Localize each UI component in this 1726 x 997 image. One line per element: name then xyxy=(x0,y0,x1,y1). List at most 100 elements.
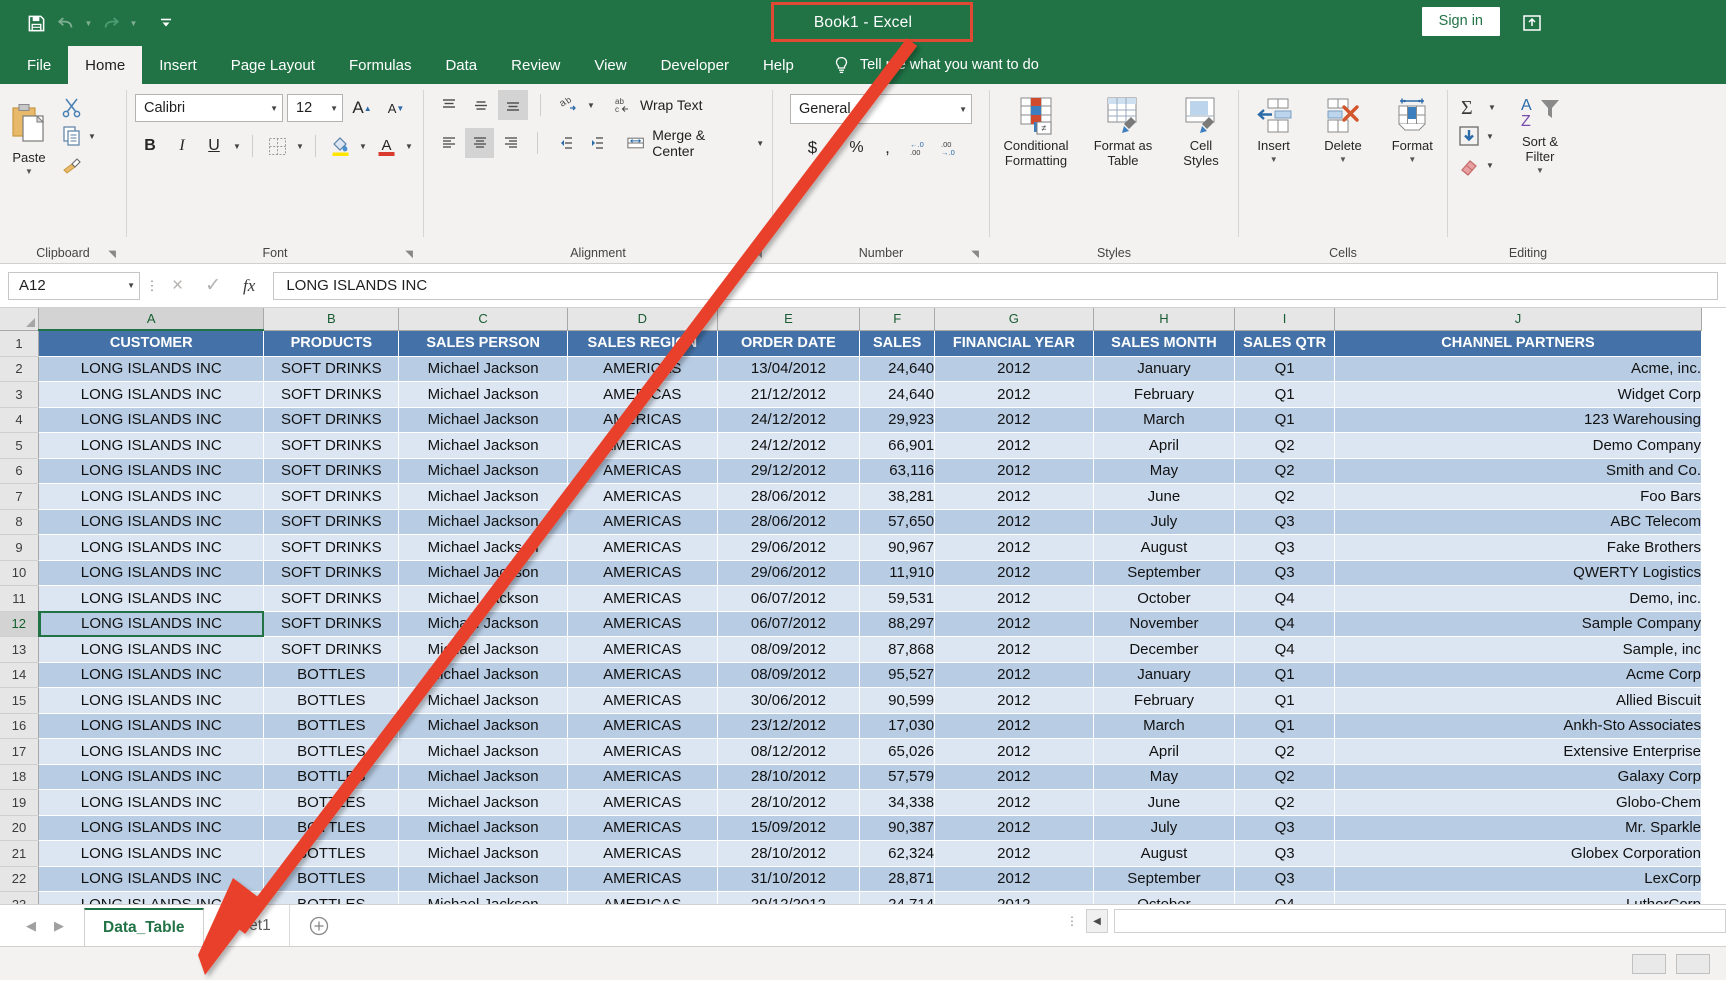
sheet-tab-sheet1[interactable]: Sheet1 xyxy=(204,905,290,946)
accounting-dropdown-icon[interactable]: ▼ xyxy=(829,144,841,153)
grid-cell[interactable]: Michael Jackson xyxy=(399,739,568,765)
row-header[interactable]: 7 xyxy=(0,484,39,510)
align-center-button[interactable] xyxy=(465,128,494,158)
grid-cell[interactable]: 59,531 xyxy=(860,586,935,612)
merge-center-button[interactable]: Merge & Center ▼ xyxy=(626,128,772,158)
column-header-j[interactable]: J xyxy=(1334,308,1701,330)
decrease-indent-button[interactable] xyxy=(550,128,579,158)
grid-cell[interactable]: LONG ISLANDS INC xyxy=(39,662,264,688)
table-row[interactable]: 4LONG ISLANDS INCSOFT DRINKSMichael Jack… xyxy=(0,407,1702,433)
grid-cell[interactable]: 13/04/2012 xyxy=(717,356,860,382)
column-header-h[interactable]: H xyxy=(1093,308,1235,330)
orientation-dropdown-icon[interactable]: ▼ xyxy=(585,101,597,110)
cell-styles-button[interactable]: Cell Styles xyxy=(1168,90,1234,169)
sheet-tab-data-table[interactable]: Data_Table xyxy=(84,908,204,946)
grid-cell[interactable]: 23/12/2012 xyxy=(717,713,860,739)
ribbon-tab-file[interactable]: File xyxy=(10,46,68,84)
column-header-e[interactable]: E xyxy=(717,308,860,330)
grid-cell[interactable]: LONG ISLANDS INC xyxy=(39,688,264,714)
top-align-button[interactable] xyxy=(434,90,464,120)
table-row[interactable]: 23LONG ISLANDS INCBOTTLESMichael Jackson… xyxy=(0,892,1702,905)
column-header-i[interactable]: I xyxy=(1235,308,1335,330)
font-color-dropdown-icon[interactable]: ▼ xyxy=(403,142,415,151)
increase-decimal-button[interactable]: ←.0.00 xyxy=(904,133,934,163)
grid-cell[interactable]: Q4 xyxy=(1235,637,1335,663)
grid-cell[interactable]: Q3 xyxy=(1235,841,1335,867)
ribbon-tab-review[interactable]: Review xyxy=(494,46,577,84)
grid-cell[interactable]: September xyxy=(1093,560,1235,586)
autosum-button[interactable]: Σ ▼ xyxy=(1454,94,1501,120)
table-row[interactable]: 18LONG ISLANDS INCBOTTLESMichael Jackson… xyxy=(0,764,1702,790)
column-header-b[interactable]: B xyxy=(264,308,399,330)
alignment-dialog-launcher[interactable]: ◥ xyxy=(754,249,762,260)
table-row[interactable]: 17LONG ISLANDS INCBOTTLESMichael Jackson… xyxy=(0,739,1702,765)
accounting-format-button[interactable]: $ xyxy=(798,133,828,163)
grid-cell[interactable]: 28/10/2012 xyxy=(717,764,860,790)
row-header[interactable]: 19 xyxy=(0,790,39,816)
grid-cell[interactable]: AMERICAS xyxy=(568,892,718,905)
grid-cell[interactable]: BOTTLES xyxy=(264,688,399,714)
column-title-cell[interactable]: FINANCIAL YEAR xyxy=(935,330,1094,356)
grid-cell[interactable]: Q3 xyxy=(1235,866,1335,892)
grid-cell[interactable]: December xyxy=(1093,637,1235,663)
scroll-track[interactable] xyxy=(1114,909,1726,933)
grid-cell[interactable]: January xyxy=(1093,356,1235,382)
grid-cell[interactable]: 2012 xyxy=(935,382,1094,408)
grid-cell[interactable]: LONG ISLANDS INC xyxy=(39,866,264,892)
grid-cell[interactable]: LONG ISLANDS INC xyxy=(39,764,264,790)
grid-cell[interactable]: Acme Corp xyxy=(1334,662,1701,688)
grid-cell[interactable]: Michael Jackson xyxy=(399,407,568,433)
grid-cell[interactable]: 2012 xyxy=(935,560,1094,586)
grid-cell[interactable]: 29/12/2012 xyxy=(717,458,860,484)
grid-cell[interactable]: SOFT DRINKS xyxy=(264,433,399,459)
row-header[interactable]: 3 xyxy=(0,382,39,408)
row-header[interactable]: 17 xyxy=(0,739,39,765)
font-size-dropdown-icon[interactable]: ▼ xyxy=(324,104,338,113)
grid-cell[interactable]: QWERTY Logistics xyxy=(1334,560,1701,586)
scroll-left-button[interactable]: ◀ xyxy=(1086,909,1108,933)
grid-cell[interactable]: Sample Company xyxy=(1334,611,1701,637)
sort-filter-dropdown-icon[interactable]: ▼ xyxy=(1536,166,1544,175)
grid-cell[interactable]: 90,967 xyxy=(860,535,935,561)
table-row[interactable]: 5LONG ISLANDS INCSOFT DRINKSMichael Jack… xyxy=(0,433,1702,459)
grid-cell[interactable]: Michael Jackson xyxy=(399,382,568,408)
grid-cell[interactable]: 34,338 xyxy=(860,790,935,816)
grid-cell[interactable]: Q2 xyxy=(1235,433,1335,459)
grid-cell[interactable]: SOFT DRINKS xyxy=(264,637,399,663)
formula-input[interactable]: LONG ISLANDS INC xyxy=(273,272,1718,300)
grid-cell[interactable]: 24/12/2012 xyxy=(717,407,860,433)
grid-cell[interactable]: Demo Company xyxy=(1334,433,1701,459)
ribbon-tab-help[interactable]: Help xyxy=(746,46,811,84)
grid-cell[interactable]: 66,901 xyxy=(860,433,935,459)
grid-cell[interactable]: AMERICAS xyxy=(568,815,718,841)
italic-button[interactable]: I xyxy=(167,131,197,161)
grid-cell[interactable]: Michael Jackson xyxy=(399,815,568,841)
grid-cell[interactable]: 29/12/2012 xyxy=(717,892,860,905)
grid-cell[interactable]: Sample, inc xyxy=(1334,637,1701,663)
grid-cell[interactable]: LONG ISLANDS INC xyxy=(39,560,264,586)
grid-cell[interactable]: AMERICAS xyxy=(568,866,718,892)
grid-cell[interactable]: Michael Jackson xyxy=(399,356,568,382)
grid-cell[interactable]: 11,910 xyxy=(860,560,935,586)
grid-cell[interactable]: 2012 xyxy=(935,586,1094,612)
grid-cell[interactable]: Michael Jackson xyxy=(399,637,568,663)
underline-dropdown-icon[interactable]: ▼ xyxy=(231,142,243,151)
grid-cell[interactable]: SOFT DRINKS xyxy=(264,535,399,561)
align-left-button[interactable] xyxy=(434,128,463,158)
column-title-cell[interactable]: CUSTOMER xyxy=(39,330,264,356)
grid-cell[interactable]: 2012 xyxy=(935,815,1094,841)
grid-cell[interactable]: 2012 xyxy=(935,509,1094,535)
underline-button[interactable]: U xyxy=(199,131,229,161)
grid-cell[interactable]: BOTTLES xyxy=(264,892,399,905)
grid-cell[interactable]: June xyxy=(1093,790,1235,816)
grid-cell[interactable]: Globex Corporation xyxy=(1334,841,1701,867)
grid-cell[interactable]: 28/10/2012 xyxy=(717,841,860,867)
grid-cell[interactable]: 15/09/2012 xyxy=(717,815,860,841)
font-name-dropdown-icon[interactable]: ▼ xyxy=(264,104,278,113)
sheet-nav-next-icon[interactable]: ▶ xyxy=(54,918,64,934)
grid-cell[interactable]: 28/06/2012 xyxy=(717,484,860,510)
grid-cell[interactable]: Michael Jackson xyxy=(399,662,568,688)
grid-cell[interactable]: 2012 xyxy=(935,433,1094,459)
grid-cell[interactable]: SOFT DRINKS xyxy=(264,611,399,637)
grid-cell[interactable]: BOTTLES xyxy=(264,764,399,790)
